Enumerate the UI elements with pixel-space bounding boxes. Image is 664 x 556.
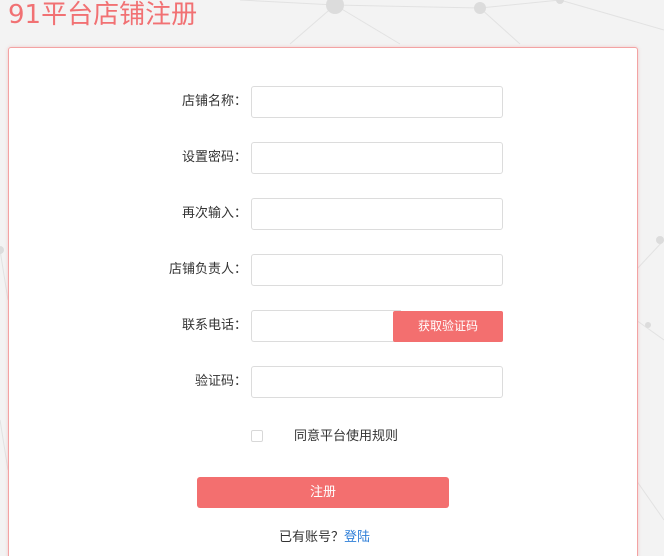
form-row-shop-owner: 店铺负责人： <box>9 254 637 286</box>
login-link[interactable]: 登陆 <box>344 530 370 545</box>
form-row-phone: 联系电话： 获取验证码 <box>9 310 637 342</box>
get-verification-code-button[interactable]: 获取验证码 <box>393 311 503 342</box>
form-row-shop-name: 店铺名称： <box>9 86 637 118</box>
confirm-password-label: 再次输入： <box>181 206 247 221</box>
login-prompt-text: 已有账号？ <box>279 530 345 545</box>
form-row-verification-code: 验证码： <box>9 366 637 398</box>
agree-rules-checkbox[interactable] <box>251 430 263 442</box>
shop-name-label: 店铺名称： <box>181 94 247 109</box>
login-prompt: 已有账号？登陆 <box>279 530 370 546</box>
password-input[interactable] <box>251 142 503 174</box>
form-row-password: 设置密码： <box>9 142 637 174</box>
form-row-confirm-password: 再次输入： <box>9 198 637 230</box>
agree-rules-row: 同意平台使用规则 <box>251 429 551 445</box>
phone-input[interactable] <box>251 310 401 342</box>
password-label: 设置密码： <box>181 150 247 165</box>
phone-label: 联系电话： <box>181 318 247 333</box>
shop-owner-label: 店铺负责人： <box>168 262 247 277</box>
shop-owner-input[interactable] <box>251 254 503 286</box>
verification-code-label: 验证码： <box>194 374 247 389</box>
verification-code-input[interactable] <box>251 366 503 398</box>
confirm-password-input[interactable] <box>251 198 503 230</box>
page-title: 91平台店铺注册 <box>8 0 198 30</box>
register-form-card: 店铺名称： 设置密码： 再次输入： 店铺负责人： 联系电话： 获取验证码 验证码… <box>8 47 638 556</box>
shop-name-input[interactable] <box>251 86 503 118</box>
register-button[interactable]: 注册 <box>197 477 449 508</box>
agree-rules-label[interactable]: 同意平台使用规则 <box>294 429 398 444</box>
